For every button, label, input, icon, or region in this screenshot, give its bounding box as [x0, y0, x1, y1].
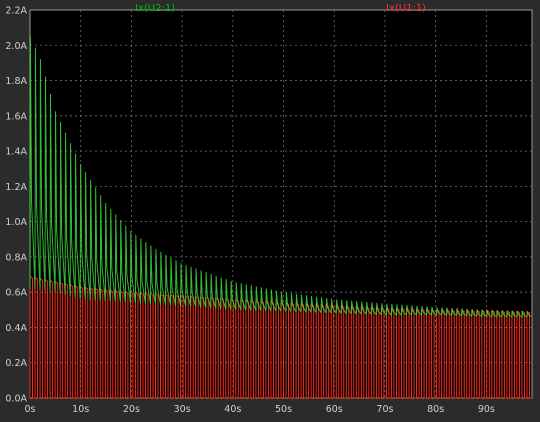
legend-label-u2: Ix(U2:1)	[135, 3, 175, 14]
y-tick-label: 0.6A	[5, 288, 27, 299]
y-tick-label: 0.4A	[5, 323, 27, 334]
y-tick-label: 1.0A	[5, 217, 27, 228]
x-tick-label: 90s	[478, 404, 495, 415]
y-tick-label: 2.0A	[5, 41, 27, 52]
x-tick-label: 30s	[174, 404, 191, 415]
y-tick-label: 1.6A	[5, 111, 27, 122]
x-tick-label: 60s	[326, 404, 343, 415]
y-tick-label: 2.2A	[5, 6, 27, 17]
y-tick-label: 0.8A	[5, 252, 27, 263]
y-tick-label: 1.4A	[5, 147, 27, 158]
y-tick-label: 0.2A	[5, 358, 27, 369]
x-tick-label: 0s	[25, 404, 36, 415]
chart-svg: 0.0A 0.2A 0.4A 0.6A 0.8A 1.0A 1.2A 1.4A 1.6A 1.8A…	[0, 0, 540, 418]
x-tick-label: 20s	[123, 404, 140, 415]
legend-label-u1: Ix(U1:1)	[386, 3, 426, 14]
x-tick-label: 80s	[427, 404, 444, 415]
y-tick-label: 0.0A	[5, 394, 27, 405]
plot-window: 0.0A 0.2A 0.4A 0.6A 0.8A 1.0A 1.2A 1.4A 1.6A 1.8A…	[0, 0, 540, 418]
x-tick-label: 50s	[275, 404, 292, 415]
x-tick-label: 10s	[72, 404, 89, 415]
y-tick-label: 1.8A	[5, 76, 27, 87]
y-tick-label: 1.2A	[5, 182, 27, 193]
x-tick-label: 70s	[376, 404, 393, 415]
x-tick-label: 40s	[224, 404, 241, 415]
